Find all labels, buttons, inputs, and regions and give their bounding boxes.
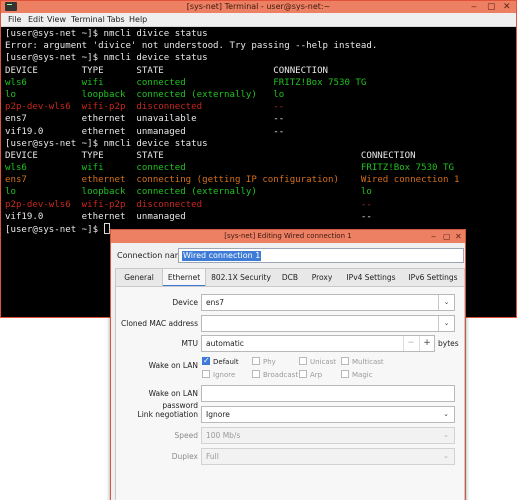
terminal-text: ens7 ethernet unavailable -- (5, 114, 285, 125)
terminal-text: DEVICE TYPE STATE CONNECTION (5, 150, 416, 161)
menu-edit[interactable]: Edit (28, 13, 44, 27)
menu-help[interactable]: Help (129, 13, 147, 27)
chevron-down-icon[interactable]: ⌄ (438, 295, 454, 310)
menu-terminal[interactable]: Terminal (71, 13, 105, 27)
tab-ipv4-settings[interactable]: IPv4 Settings (340, 269, 402, 286)
terminal-line: [user@sys-net ~]$ nmcli divice status (5, 28, 514, 40)
terminal-line: Error: argument 'divice' not understood.… (5, 40, 514, 52)
edit-connection-dialog: [sys-net] Editing Wired connection 1 ‒ ▢… (110, 229, 466, 500)
terminal-title: [sys-net] Terminal - user@sys-net:~ (186, 2, 331, 11)
connection-name-label: Connection name (117, 251, 188, 260)
duplex-select: Full ⌄ (201, 448, 455, 465)
terminal-line: wls6 wifi connected FRITZ!Box 7530 TG (5, 77, 514, 89)
terminal-text: p2p-dev-wls6 wifi-p2p disconnected -- (5, 102, 285, 113)
terminal-cursor (103, 223, 110, 234)
terminal-text: wls6 wifi connected FRITZ!Box 7530 TG (5, 163, 454, 174)
terminal-line: DEVICE TYPE STATE CONNECTION (5, 150, 514, 162)
chevron-down-icon[interactable]: ⌄ (438, 407, 454, 422)
mtu-increase-button[interactable]: + (419, 336, 434, 351)
terminal-line: lo loopback connected (externally) lo (5, 186, 514, 198)
terminal-line: [user@sys-net ~]$ nmcli device status (5, 138, 514, 150)
terminal-text: lo loopback connected (externally) lo (5, 89, 285, 100)
terminal-text: ens7 ethernet connecting (getting IP con… (5, 175, 460, 186)
device-value: ens7 (206, 298, 225, 307)
speed-select: 100 Mb/s ⌄ (201, 427, 455, 444)
dialog-maximize-icon[interactable]: ▢ (443, 230, 451, 243)
terminal-line: wls6 wifi connected FRITZ!Box 7530 TG (5, 162, 514, 174)
tab-802-1x-security[interactable]: 802.1X Security (206, 269, 276, 286)
dialog-titlebar[interactable]: [sys-net] Editing Wired connection 1 ‒ ▢… (111, 230, 465, 243)
terminal-line: DEVICE TYPE STATE CONNECTION (5, 65, 514, 77)
speed-value: 100 Mb/s (206, 431, 241, 440)
wol-password-input[interactable] (201, 385, 455, 402)
tab-dcb[interactable]: DCB (276, 269, 304, 286)
mtu-unit: bytes (438, 339, 459, 348)
terminal-text: [user@sys-net ~]$ nmcli device status (5, 138, 208, 149)
mtu-value: automatic (206, 339, 244, 348)
terminal-line: ens7 ethernet unavailable -- (5, 113, 514, 125)
terminal-text: Error: argument 'divice' not understood.… (5, 41, 378, 52)
dialog-title: [sys-net] Editing Wired connection 1 (224, 232, 352, 240)
link-negotiation-label: Link negotiation (137, 410, 198, 419)
tab-ipv6-settings[interactable]: IPv6 Settings (402, 269, 464, 286)
close-icon[interactable]: ✕ (503, 1, 511, 13)
ethernet-panel: Device ens7 ⌄ Cloned MAC address ⌄ MTU a… (115, 286, 465, 500)
maximize-icon[interactable]: ▢ (487, 1, 496, 13)
terminal-text: [user@sys-net ~]$ (5, 225, 104, 235)
wake-on-lan-label: Wake on LAN (148, 361, 198, 370)
terminal-titlebar[interactable]: [sys-net] Terminal - user@sys-net:~ ‒ ▢ … (1, 1, 516, 13)
terminal-line: vif19.0 ethernet unmanaged -- (5, 211, 514, 223)
terminal-text: vif19.0 ethernet unmanaged -- (5, 211, 372, 222)
menu-tabs[interactable]: Tabs (107, 13, 125, 27)
terminal-text: [user@sys-net ~]$ nmcli divice status (5, 29, 208, 39)
device-combobox[interactable]: ens7 ⌄ (201, 294, 455, 311)
terminal-text: wls6 wifi connected FRITZ!Box 7530 TG (5, 77, 367, 88)
device-label: Device (172, 298, 198, 307)
terminal-text: [user@sys-net ~]$ nmcli device status (5, 53, 208, 64)
menu-view[interactable]: View (47, 13, 66, 27)
cloned-mac-combobox[interactable]: ⌄ (201, 315, 455, 332)
chevron-down-icon: ⌄ (443, 452, 449, 460)
mtu-label: MTU (181, 339, 198, 348)
terminal-text: vif19.0 ethernet unmanaged -- (5, 126, 285, 137)
link-negotiation-value: Ignore (206, 410, 230, 419)
chevron-down-icon: ⌄ (443, 431, 449, 439)
terminal-menubar: File Edit View Terminal Tabs Help (1, 13, 516, 27)
menu-file[interactable]: File (8, 13, 21, 27)
tab-proxy[interactable]: Proxy (304, 269, 340, 286)
tab-ethernet[interactable]: Ethernet (162, 269, 206, 287)
tab-general[interactable]: General (116, 269, 162, 286)
mtu-decrease-button[interactable]: − (403, 336, 418, 351)
connection-name-value: Wired connection 1 (182, 251, 262, 261)
dialog-close-icon[interactable]: ✕ (455, 230, 462, 243)
terminal-text: DEVICE TYPE STATE CONNECTION (5, 65, 329, 76)
connection-name-input[interactable]: Wired connection 1 (178, 248, 464, 263)
minimize-icon[interactable]: ‒ (471, 1, 477, 13)
terminal-line: p2p-dev-wls6 wifi-p2p disconnected -- (5, 101, 514, 113)
terminal-line: lo loopback connected (externally) lo (5, 89, 514, 101)
terminal-text: lo loopback connected (externally) lo (5, 187, 372, 198)
dialog-minimize-icon[interactable]: ‒ (431, 230, 436, 243)
chevron-down-icon[interactable]: ⌄ (438, 316, 454, 331)
terminal-text: p2p-dev-wls6 wifi-p2p disconnected -- (5, 199, 372, 210)
terminal-line: p2p-dev-wls6 wifi-p2p disconnected -- (5, 199, 514, 211)
duplex-value: Full (206, 452, 219, 461)
terminal-line: ens7 ethernet connecting (getting IP con… (5, 174, 514, 186)
settings-tabs: General Ethernet 802.1X Security DCB Pro… (115, 268, 465, 287)
cloned-mac-label: Cloned MAC address (121, 319, 198, 328)
mtu-spinbox[interactable]: automatic − + (201, 335, 435, 352)
duplex-label: Duplex (171, 452, 198, 461)
link-negotiation-select[interactable]: Ignore ⌄ (201, 406, 455, 423)
terminal-line: vif19.0 ethernet unmanaged -- (5, 126, 514, 138)
speed-label: Speed (174, 431, 198, 440)
terminal-line: [user@sys-net ~]$ nmcli device status (5, 52, 514, 64)
